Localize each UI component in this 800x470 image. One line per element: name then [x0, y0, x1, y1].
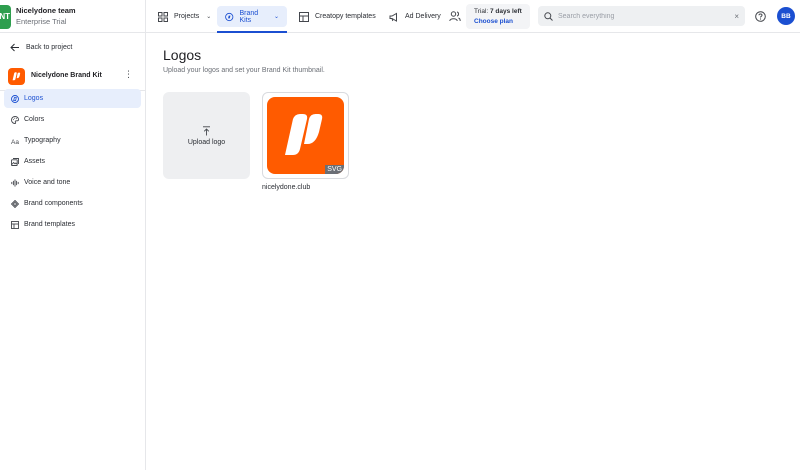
nav-creatopy-templates[interactable]: Creatopy templates	[291, 6, 384, 27]
sidebar-item-label: Brand templates	[24, 221, 75, 228]
team-name: Nicelydone team	[16, 6, 76, 15]
sidebar-item-typography[interactable]: Aa Typography	[4, 131, 141, 150]
sidebar-item-assets[interactable]: Assets	[4, 152, 141, 171]
main-content: Logos Upload your logos and set your Bra…	[147, 33, 800, 470]
sidebar-item-label: Voice and tone	[24, 179, 71, 186]
nav-creatopy-label: Creatopy templates	[315, 13, 376, 20]
more-options-icon[interactable]: ⋮	[124, 70, 133, 79]
trial-days: 7 days left	[490, 8, 522, 15]
upload-icon	[203, 125, 210, 135]
sidebar-item-colors[interactable]: Colors	[4, 110, 141, 129]
team-avatar: NT	[0, 4, 11, 29]
megaphone-icon	[389, 12, 397, 22]
page-title: Logos	[163, 47, 202, 63]
nav-ad-delivery[interactable]: Ad Delivery	[381, 6, 449, 27]
sidebar-item-brand-templates[interactable]: Brand templates	[4, 215, 141, 234]
upload-logo-button[interactable]: Upload logo	[163, 92, 250, 179]
search-icon	[544, 11, 553, 21]
choose-plan-link[interactable]: Choose plan	[474, 17, 522, 26]
svg-text:Aa: Aa	[11, 138, 19, 144]
nav-brand-kits[interactable]: Brand Kits ⌄	[217, 6, 287, 27]
assets-icon	[11, 157, 19, 166]
nav-ad-delivery-label: Ad Delivery	[405, 13, 441, 20]
page-subtitle: Upload your logos and set your Brand Kit…	[163, 67, 325, 74]
nicelydone-logo-mark	[285, 114, 323, 155]
sidebar-item-label: Brand components	[24, 200, 83, 207]
arrow-left-icon	[10, 43, 19, 51]
search-input[interactable]	[558, 12, 731, 20]
team-plan: Enterprise Trial	[16, 17, 67, 26]
brand-kit-header: Nicelydone Brand Kit ⋮	[0, 61, 146, 91]
sidebar-item-label: Typography	[24, 137, 61, 144]
upload-logo-label: Upload logo	[187, 138, 226, 146]
team-switcher[interactable]: NT Nicelydone team Enterprise Trial	[0, 0, 146, 33]
brand-kit-name: Nicelydone Brand Kit	[31, 72, 102, 79]
chevron-down-icon: ⌄	[206, 14, 212, 20]
user-avatar[interactable]: BB	[777, 7, 795, 25]
logo-card[interactable]: SVG	[262, 92, 349, 179]
logo-thumbnail: SVG	[267, 97, 344, 174]
top-bar: NT Nicelydone team Enterprise Trial Proj…	[0, 0, 800, 33]
components-icon	[11, 199, 19, 208]
nav-projects[interactable]: Projects ⌄	[150, 6, 219, 27]
file-type-badge: SVG	[325, 165, 344, 174]
trial-status: Trial: 7 days left	[474, 8, 522, 15]
templates-icon	[299, 11, 309, 22]
back-to-project-link[interactable]: Back to project	[10, 42, 72, 52]
sidebar: Back to project Nicelydone Brand Kit ⋮ L…	[0, 33, 146, 470]
palette-icon	[11, 115, 19, 124]
typography-icon: Aa	[11, 138, 19, 144]
sidebar-nav: Logos Colors Aa Typography Assets Voice …	[4, 89, 141, 236]
sidebar-item-logos[interactable]: Logos	[4, 89, 141, 108]
sidebar-item-voice-and-tone[interactable]: Voice and tone	[4, 173, 141, 192]
brand-kit-icon	[225, 12, 234, 21]
nav-projects-label: Projects	[174, 13, 200, 20]
grid-icon	[158, 11, 168, 22]
back-label: Back to project	[26, 43, 73, 51]
voice-icon	[11, 178, 19, 187]
trial-banner: Trial: 7 days left Choose plan	[466, 4, 530, 29]
close-icon[interactable]: ×	[734, 12, 739, 21]
chevron-down-icon: ⌄	[273, 14, 279, 20]
search-bar: ×	[538, 6, 745, 26]
sidebar-item-label: Assets	[24, 158, 46, 165]
help-icon[interactable]	[755, 11, 766, 22]
people-icon[interactable]	[449, 11, 461, 22]
nav-brand-kits-label: Brand Kits	[239, 9, 259, 24]
brand-kit-logo	[8, 68, 25, 85]
sidebar-item-label: Logos	[24, 95, 44, 102]
sidebar-item-label: Colors	[24, 116, 45, 123]
templates-icon	[11, 220, 19, 229]
logo-filename: nicelydone.club	[262, 184, 311, 191]
logo-icon	[11, 94, 19, 103]
sidebar-item-brand-components[interactable]: Brand components	[4, 194, 141, 213]
